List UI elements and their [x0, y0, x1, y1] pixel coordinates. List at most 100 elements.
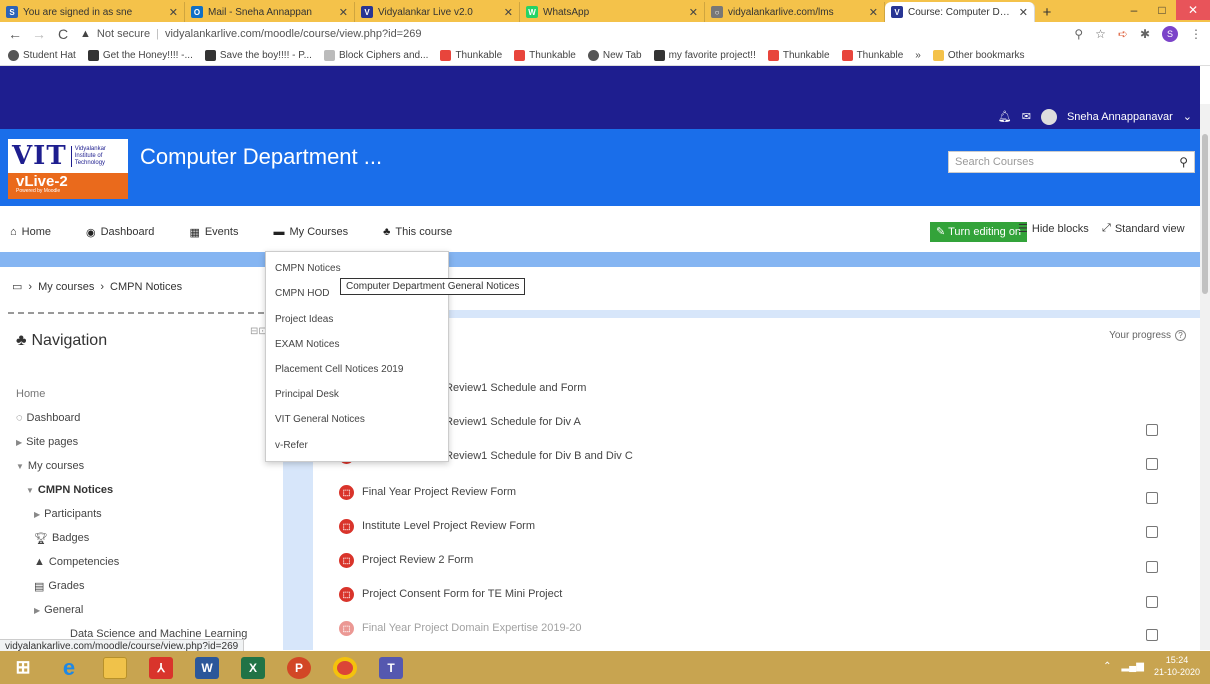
completion-checkbox[interactable] [1146, 526, 1158, 538]
star-icon[interactable]: ☆ [1095, 27, 1106, 41]
zoom-icon[interactable]: ⚲ [1074, 27, 1083, 41]
dropdown-item-vit-general[interactable]: VIT General Notices [275, 414, 365, 425]
close-icon[interactable]: ✕ [504, 6, 513, 19]
nav-tree-my-courses[interactable]: ▼ My courses [16, 454, 247, 478]
activity-item[interactable]: ⬚ Project Review 2 Form [339, 550, 473, 570]
close-window-button[interactable]: ✕ [1176, 0, 1210, 20]
tab-vidyalankar-lms[interactable]: ○ vidyalankarlive.com/lms ✕ [705, 2, 885, 22]
breadcrumb-current[interactable]: CMPN Notices [110, 281, 182, 293]
taskbar-powerpoint[interactable]: P [276, 651, 322, 684]
nav-tree-badges[interactable]: 🏆︎ Badges [16, 526, 247, 550]
dropdown-item-cmpn-hod[interactable]: CMPN HOD [275, 288, 329, 299]
bookmark-item[interactable]: Thunkable [514, 50, 576, 61]
url-field[interactable]: ▲ Not secure | vidyalankarlive.com/moodl… [80, 24, 1064, 44]
nav-tree-general[interactable]: ▶ General [16, 598, 247, 622]
bookmark-item[interactable]: Save the boy!!!! - P... [204, 50, 312, 61]
help-icon[interactable]: ? [1175, 330, 1186, 341]
tab-whatsapp[interactable]: W WhatsApp ✕ [520, 2, 705, 22]
menu-kebab-icon[interactable]: ⋮ [1190, 27, 1202, 41]
extension-icon[interactable]: ➪ [1118, 27, 1128, 41]
nav-events[interactable]: ▦ Events [189, 226, 238, 239]
maximize-button[interactable]: □ [1148, 0, 1176, 20]
turn-editing-on-button[interactable]: ✎ Turn editing on [930, 222, 1028, 242]
nav-tree-site-pages[interactable]: ▶ Site pages [16, 430, 247, 454]
tray-chevron-icon[interactable]: ⌃ [1103, 661, 1111, 672]
puzzle-icon[interactable]: ✱ [1140, 27, 1150, 41]
taskbar-explorer[interactable] [92, 651, 138, 684]
chevron-down-icon[interactable]: ⌄ [1183, 110, 1192, 123]
bookmark-item[interactable]: Block Ciphers and... [323, 50, 428, 61]
completion-checkbox[interactable] [1146, 596, 1158, 608]
dropdown-item-exam-notices[interactable]: EXAM Notices [275, 339, 339, 350]
search-input[interactable]: Search Courses ⚲ [948, 151, 1195, 173]
bookmark-item[interactable]: Thunkable [767, 50, 830, 61]
tab-course-computer-dept[interactable]: V Course: Computer Depa ✕ [885, 2, 1035, 22]
close-icon[interactable]: ✕ [339, 6, 348, 19]
taskbar-acrobat[interactable]: ⅄ [138, 651, 184, 684]
page-scrollbar[interactable] [1200, 104, 1210, 650]
dropdown-item-principal-desk[interactable]: Principal Desk [275, 389, 339, 400]
bookmark-item[interactable]: Student Hat [8, 50, 76, 61]
bookmark-item[interactable]: my favorite project!! [653, 50, 756, 61]
activity-item[interactable]: ⬚ Final Year Project Domain Expertise 201… [339, 618, 582, 638]
activity-item[interactable]: ⬚ Institute Level Project Review Form [339, 516, 535, 536]
completion-checkbox[interactable] [1146, 424, 1158, 436]
tab-mail[interactable]: O Mail - Sneha Annappan ✕ [185, 2, 355, 22]
user-menu[interactable]: Sneha Annappanavar [1067, 111, 1173, 123]
close-icon[interactable]: ✕ [169, 6, 178, 19]
network-icon[interactable]: ▂▄▆ [1121, 661, 1143, 672]
folder-icon[interactable]: ▭ [12, 280, 22, 293]
taskbar-ie[interactable]: e [46, 651, 92, 684]
breadcrumb-my-courses[interactable]: My courses [38, 281, 94, 293]
dropdown-item-project-ideas[interactable]: Project Ideas [275, 314, 333, 325]
nav-my-courses[interactable]: ▬ My Courses [273, 226, 348, 238]
bookmark-item[interactable]: Thunkable [841, 50, 903, 61]
completion-checkbox[interactable] [1146, 629, 1158, 641]
dropdown-item-cmpn-notices[interactable]: CMPN Notices [275, 263, 341, 274]
new-tab-button[interactable]: + [1035, 2, 1059, 22]
nav-tree-grades[interactable]: ▤ Grades [16, 574, 247, 598]
avatar[interactable] [1040, 108, 1057, 125]
nav-this-course[interactable]: ♣ This course [383, 226, 452, 238]
scrollbar-thumb[interactable] [1202, 134, 1208, 294]
activity-item[interactable]: ⬚ Project Consent Form for TE Mini Projec… [339, 584, 562, 604]
dropdown-item-placement-cell[interactable]: Placement Cell Notices 2019 [275, 364, 403, 375]
tab-vidyalankar-live[interactable]: V Vidyalankar Live v2.0 ✕ [355, 2, 520, 22]
nav-tree-cmpn-notices[interactable]: ▼ CMPN Notices [16, 478, 247, 502]
standard-view-button[interactable]: ⤢ Standard view [1102, 222, 1185, 235]
start-button[interactable]: ⊞ [0, 651, 46, 684]
minimize-button[interactable]: – [1120, 0, 1148, 20]
nav-tree-participants[interactable]: ▶ Participants [16, 502, 247, 526]
messages-icon[interactable]: ✉ [1022, 110, 1031, 123]
reload-icon[interactable]: C [56, 26, 70, 42]
nav-home[interactable]: ⌂ Home [10, 226, 51, 238]
dropdown-item-v-refer[interactable]: v-Refer [275, 440, 308, 451]
taskbar-teams[interactable]: T [368, 651, 414, 684]
hide-blocks-button[interactable]: ☰ Hide blocks [1018, 222, 1089, 236]
nav-tree-competencies[interactable]: ▲ Competencies [16, 550, 247, 574]
forward-arrow-icon[interactable]: → [32, 26, 46, 42]
completion-checkbox[interactable] [1146, 561, 1158, 573]
bookmark-item[interactable]: Get the Honey!!!! -... [87, 50, 193, 61]
back-arrow-icon[interactable]: ← [8, 26, 22, 42]
bookmark-item[interactable]: New Tab [587, 50, 642, 61]
nav-dashboard[interactable]: ◉ Dashboard [86, 226, 154, 239]
close-icon[interactable]: ✕ [689, 6, 698, 19]
taskbar-word[interactable]: W [184, 651, 230, 684]
close-icon[interactable]: ✕ [869, 6, 878, 19]
taskbar-excel[interactable]: X [230, 651, 276, 684]
completion-checkbox[interactable] [1146, 458, 1158, 470]
other-bookmarks[interactable]: Other bookmarks [932, 50, 1025, 61]
search-icon[interactable]: ⚲ [1179, 155, 1188, 169]
profile-avatar[interactable]: S [1162, 26, 1178, 42]
close-icon[interactable]: ✕ [1019, 6, 1028, 19]
clock[interactable]: 15:24 21-10-2020 [1154, 654, 1200, 678]
vit-logo[interactable]: VIT Vidyalankar Institute of Technology vL… [8, 139, 128, 199]
tab-signed-in[interactable]: S You are signed in as sne ✕ [0, 2, 185, 22]
activity-item[interactable]: ⬚ Final Year Project Review Form [339, 482, 516, 502]
taskbar-chrome[interactable] [322, 651, 368, 684]
bookmark-item[interactable]: Thunkable [440, 50, 502, 61]
completion-checkbox[interactable] [1146, 492, 1158, 504]
nav-tree-home[interactable]: Home [16, 382, 247, 406]
notification-bell-icon[interactable]: 🔔︎ [998, 110, 1012, 123]
